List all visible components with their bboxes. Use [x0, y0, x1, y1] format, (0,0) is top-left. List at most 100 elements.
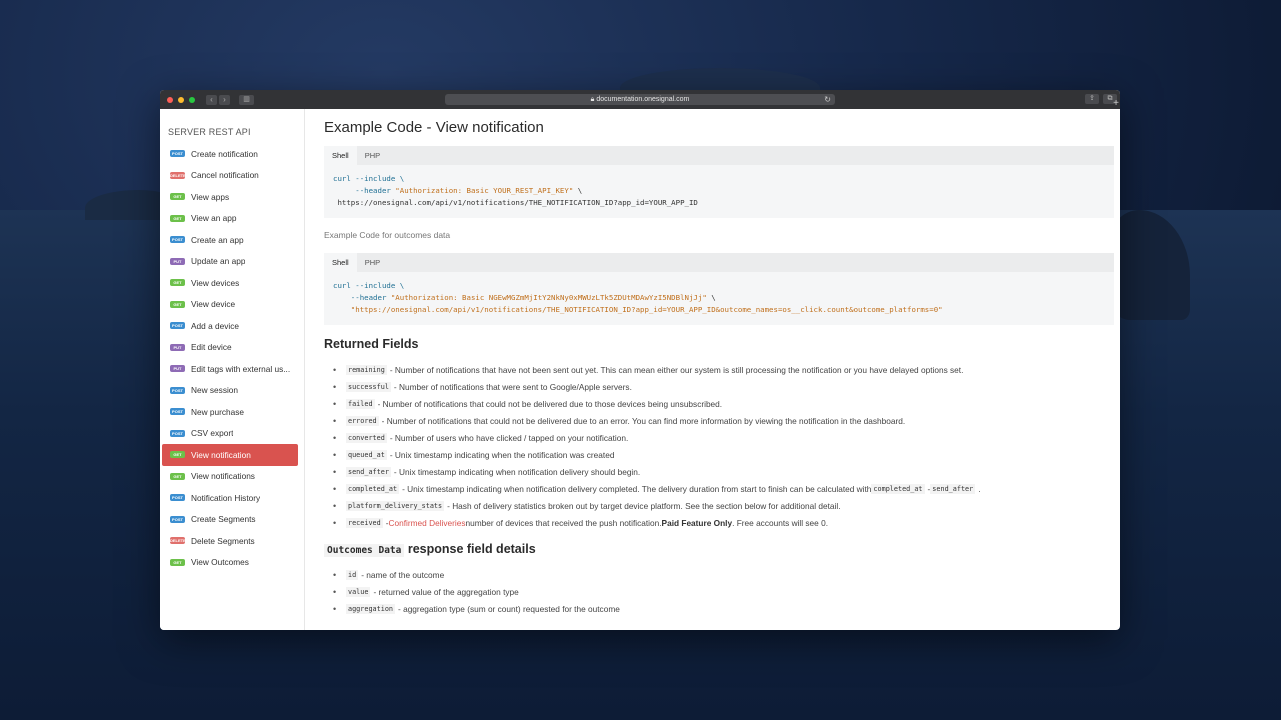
sidebar-item-delete-segments[interactable]: DELETE Delete Segments	[162, 530, 298, 552]
sidebar-item-create-notification[interactable]: POST Create notification	[162, 143, 298, 165]
method-badge: DELETE	[170, 171, 186, 179]
maximize-window-button[interactable]	[189, 96, 195, 103]
list-item: converted - Number of users who have cli…	[324, 429, 1114, 446]
browser-window: ‹ › ▥ 🔒︎ documentation.onesignal.com ↻ ⇪…	[160, 90, 1120, 630]
sidebar-item-view-devices[interactable]: GET View devices	[162, 272, 298, 294]
code-block-1: curl --include \ --header "Authorization…	[333, 174, 698, 207]
close-window-button[interactable]	[167, 96, 173, 103]
sidebar-item-label: View notifications	[191, 471, 255, 482]
sidebar-item-create-an-app[interactable]: POST Create an app	[162, 229, 298, 251]
list-item: remaining - Number of notifications that…	[324, 361, 1114, 378]
list-item: completed_at - Unix timestamp indicating…	[324, 480, 1114, 497]
code-example-2: Shell PHP curl --include \ --header "Aut…	[324, 253, 1114, 325]
sidebar-item-label: Delete Segments	[191, 535, 255, 546]
method-badge: POST	[170, 386, 185, 394]
method-badge: GET	[170, 279, 185, 287]
minimize-window-button[interactable]	[178, 96, 184, 103]
new-tab-icon[interactable]: +	[1113, 98, 1119, 109]
list-item: failed - Number of notifications that co…	[324, 395, 1114, 412]
sidebar-item-add-a-device[interactable]: POST Add a device	[162, 315, 298, 337]
sidebar-item-label: View devices	[191, 277, 240, 288]
sidebar-item-label: View device	[191, 299, 236, 310]
list-item: successful - Number of notifications tha…	[324, 378, 1114, 395]
list-item: received - Confirmed Deliveries number o…	[324, 514, 1114, 531]
page-title: Example Code - View notification	[324, 119, 544, 136]
traffic-lights	[167, 96, 195, 103]
sidebar-item-label: Add a device	[191, 320, 239, 331]
sidebar-item-label: View an app	[191, 213, 237, 224]
forward-arrow-icon[interactable]: ›	[219, 94, 230, 105]
share-icon[interactable]: ⇪	[1085, 94, 1099, 104]
sidebar-item-label: Create Segments	[191, 514, 256, 525]
sidebar-toggle-icon[interactable]: ▥	[239, 94, 254, 105]
docs-main: Example Code - View notification Shell P…	[305, 109, 1120, 630]
method-badge: GET	[170, 472, 185, 480]
sidebar-item-view-device[interactable]: GET View device	[162, 294, 298, 316]
method-badge: POST	[170, 515, 185, 523]
confirmed-deliveries-link[interactable]: Confirmed Deliveries	[389, 518, 466, 528]
method-badge: GET	[170, 193, 185, 201]
browser-titlebar: ‹ › ▥ 🔒︎ documentation.onesignal.com ↻ ⇪…	[160, 90, 1120, 109]
sidebar-item-label: View Outcomes	[191, 557, 249, 568]
list-item: id - name of the outcome	[324, 566, 1114, 583]
sidebar-item-label: Edit tags with external us...	[191, 363, 291, 374]
tab-shell[interactable]: Shell	[324, 253, 357, 272]
returned-fields-heading: Returned Fields	[324, 337, 419, 351]
method-badge: POST	[170, 322, 185, 330]
sidebar-item-new-purchase[interactable]: POST New purchase	[162, 401, 298, 423]
method-badge: PUT	[170, 343, 185, 351]
sidebar-item-view-an-app[interactable]: GET View an app	[162, 208, 298, 230]
sidebar-item-label: New purchase	[191, 406, 245, 417]
method-badge: POST	[170, 494, 185, 502]
list-item: value - returned value of the aggregatio…	[324, 583, 1114, 600]
sidebar-item-label: New session	[191, 385, 239, 396]
reload-icon[interactable]: ↻	[824, 94, 831, 105]
sidebar-item-label: Cancel notification	[191, 170, 259, 181]
sidebar-item-view-notifications[interactable]: GET View notifications	[162, 466, 298, 488]
method-badge: POST	[170, 429, 185, 437]
sidebar-item-notification-history[interactable]: POST Notification History	[162, 487, 298, 509]
method-badge: DELETE	[170, 537, 186, 545]
code-example-1: Shell PHP curl --include \ --header "Aut…	[324, 146, 1114, 218]
back-arrow-icon[interactable]: ‹	[206, 94, 217, 105]
outcomes-heading: Outcomes Data response field details	[324, 542, 1114, 557]
method-badge: POST	[170, 236, 185, 244]
tab-shell[interactable]: Shell	[324, 146, 357, 165]
docs-sidebar: SERVER REST API POST Create notification D…	[160, 109, 305, 630]
method-badge: GET	[170, 214, 185, 222]
list-item: platform_delivery_stats - Hash of delive…	[324, 497, 1114, 514]
sidebar-item-edit-device[interactable]: PUT Edit device	[162, 337, 298, 359]
sidebar-item-new-session[interactable]: POST New session	[162, 380, 298, 402]
method-badge: GET	[170, 451, 185, 459]
sidebar-item-csv-export[interactable]: POST CSV export	[162, 423, 298, 445]
returned-fields-list-extra: completed_at - Unix timestamp indicating…	[324, 480, 1114, 531]
method-badge: POST	[170, 408, 185, 416]
code-block-2: curl --include \ --header "Authorization…	[333, 281, 943, 314]
sidebar-item-cancel-notification[interactable]: DELETE Cancel notification	[162, 165, 298, 187]
method-badge: POST	[170, 150, 185, 158]
sidebar-item-edit-tags-with-external-us[interactable]: PUT Edit tags with external us...	[162, 358, 298, 380]
sidebar-item-view-notification[interactable]: GET View notification	[162, 444, 298, 466]
sidebar-item-label: Update an app	[191, 256, 246, 267]
sidebar-item-label: View apps	[191, 191, 230, 202]
list-item: aggregation - aggregation type (sum or c…	[324, 600, 1114, 617]
tab-php[interactable]: PHP	[357, 146, 388, 165]
list-item: queued_at - Unix timestamp indicating wh…	[324, 446, 1114, 463]
sidebar-item-view-apps[interactable]: GET View apps	[162, 186, 298, 208]
method-badge: GET	[170, 300, 185, 308]
sidebar-item-label: Edit device	[191, 342, 232, 353]
url-text: documentation.onesignal.com	[596, 96, 690, 103]
sidebar-item-create-segments[interactable]: POST Create Segments	[162, 509, 298, 531]
method-badge: PUT	[170, 365, 185, 373]
sidebar-item-update-an-app[interactable]: PUT Update an app	[162, 251, 298, 273]
returned-fields-list: remaining - Number of notifications that…	[324, 361, 1114, 480]
sidebar-list: POST Create notification DELETE Cancel noti…	[160, 143, 304, 573]
sidebar-item-label: Create an app	[191, 234, 244, 245]
outcomes-caption: Example Code for outcomes data	[324, 230, 451, 240]
tab-php[interactable]: PHP	[357, 253, 388, 272]
address-bar[interactable]: 🔒︎ documentation.onesignal.com ↻	[445, 94, 835, 105]
outcomes-fields-list: id - name of the outcomevalue - returned…	[324, 566, 1114, 617]
sidebar-item-view-outcomes[interactable]: GET View Outcomes	[162, 552, 298, 574]
sidebar-item-label: View notification	[191, 449, 251, 460]
method-badge: PUT	[170, 257, 185, 265]
